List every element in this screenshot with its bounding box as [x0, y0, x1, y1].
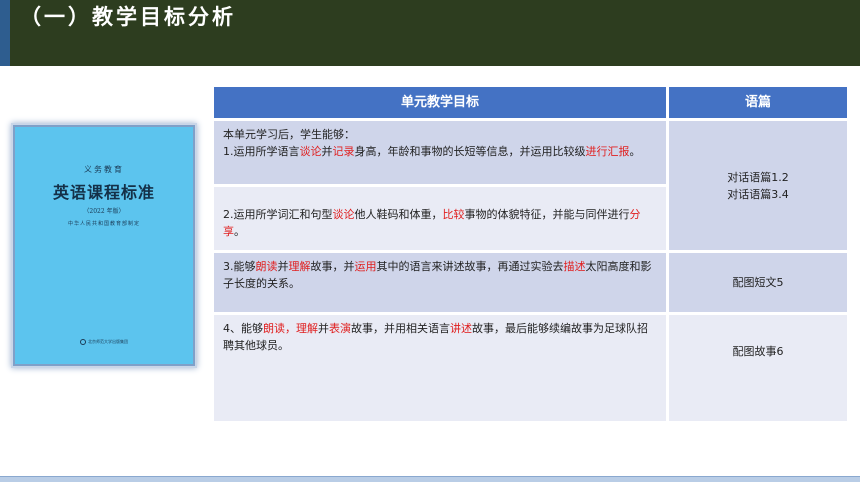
book-ministry: 中华人民共和国教育部制定: [67, 221, 140, 227]
goal-intro: 本单元学习后，学生能够：: [223, 128, 355, 141]
header-bar: （一）教学目标分析: [0, 0, 860, 66]
book-series-label: 义务教育: [84, 165, 124, 174]
header-goals: 单元教学目标: [214, 87, 666, 118]
text-cell-1-2: 对话语篇1.2 对话语篇3.4: [669, 121, 847, 250]
text-dialogue-1-2: 对话语篇1.2: [727, 170, 789, 184]
highlighted-verb: 记录: [332, 145, 355, 158]
goal-text-segment: 3.能够: [223, 260, 256, 273]
highlighted-verb: 描述: [563, 260, 586, 273]
goal-text-segment: 4、能够: [223, 322, 263, 335]
highlighted-verb: 谈论: [332, 208, 355, 221]
goal-text-2: 2.运用所学词汇和句型谈论他人鞋码和体重，比较事物的体貌特征，并能与同伴进行分享…: [223, 206, 656, 240]
publisher-logo-icon: [80, 339, 86, 345]
highlighted-verb: 谈论: [299, 145, 322, 158]
book-publisher-name: 北京师范大学出版集团: [88, 339, 128, 344]
goal-text-segment: 身高，年龄和事物的长短等信息，并运用比较级: [354, 145, 586, 158]
goal-text-segment: 故事，并用相关语言: [351, 322, 450, 335]
text-picture-passage-5: 配图短文5: [732, 276, 784, 289]
page-title: （一）教学目标分析: [20, 5, 236, 29]
goal-text-segment: 。: [629, 145, 641, 158]
text-dialogue-3-4: 对话语篇3.4: [727, 187, 789, 201]
goal-text-segment: 1.运用所学语言: [223, 145, 300, 158]
goal-text-segment: 事物的体貌特征，并能与同伴进行: [464, 208, 630, 221]
book-edition: （2022 年版）: [83, 208, 125, 215]
highlighted-verb: 朗读: [255, 260, 278, 273]
book-title: 英语课程标准: [52, 183, 155, 202]
goal-text-4: 4、能够朗读，理解并表演故事，并用相关语言讲述故事，最后能够续编故事为足球队招聘…: [223, 320, 656, 354]
highlighted-verb: 运用: [354, 260, 377, 273]
goal-text-3: 3.能够朗读并理解故事，并运用其中的语言来讲述故事，再通过实验去描述太阳高度和影…: [223, 258, 656, 292]
highlighted-verb: 朗读，理解: [263, 322, 318, 335]
goal-text-segment: 并: [277, 260, 289, 273]
goal-text-segment: 。: [234, 225, 245, 238]
goal-cell-3: 3.能够朗读并理解故事，并运用其中的语言来讲述故事，再通过实验去描述太阳高度和影…: [214, 253, 666, 312]
goal-text-segment: 其中的语言来讲述故事，再通过实验去: [376, 260, 564, 273]
text-picture-story-6: 配图故事6: [732, 345, 784, 358]
book-publisher: 北京师范大学出版集团: [15, 339, 193, 345]
text-cell-4: 配图故事6: [669, 315, 847, 421]
text-cell-3: 配图短文5: [669, 253, 847, 312]
highlighted-verb: 比较: [442, 208, 465, 221]
header-accent-strip: [0, 0, 10, 66]
highlighted-verb: 理解: [288, 260, 311, 273]
goal-cell-2: 2.运用所学词汇和句型谈论他人鞋码和体重，比较事物的体貌特征，并能与同伴进行分享…: [214, 187, 666, 250]
goal-text-segment: 2.运用所学词汇和句型: [223, 208, 333, 221]
goal-text-segment: 故事，并: [310, 260, 355, 273]
header-texts: 语篇: [669, 87, 847, 118]
goal-cell-1: 本单元学习后，学生能够： 1.运用所学语言谈论并记录身高，年龄和事物的长短等信息…: [214, 121, 666, 184]
goal-text-segment: 并: [318, 322, 329, 335]
highlighted-verb: 表演: [329, 322, 351, 335]
curriculum-book-cover: 义务教育 英语课程标准 （2022 年版） 中华人民共和国教育部制定 北京师范大…: [13, 125, 195, 366]
goal-text-segment: 他人鞋码和体重，: [354, 208, 443, 221]
footer-divider: [0, 476, 860, 482]
goal-text-1: 1.运用所学语言谈论并记录身高，年龄和事物的长短等信息，并运用比较级进行汇报。: [223, 143, 656, 160]
goal-cell-4: 4、能够朗读，理解并表演故事，并用相关语言讲述故事，最后能够续编故事为足球队招聘…: [214, 315, 666, 421]
highlighted-verb: 进行汇报: [585, 145, 630, 158]
highlighted-verb: 讲述: [450, 322, 472, 335]
goal-text-segment: 并: [321, 145, 333, 158]
